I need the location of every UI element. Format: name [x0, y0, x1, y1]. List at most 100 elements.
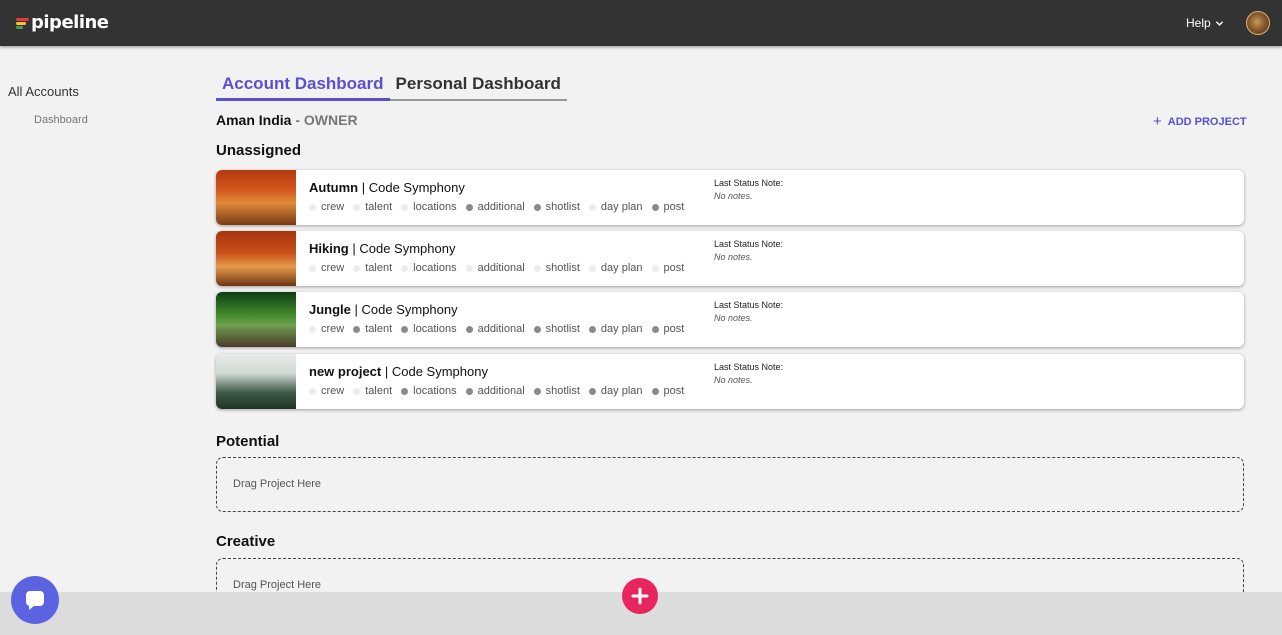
sidebar-item-all-accounts[interactable]: All Accounts: [8, 84, 79, 99]
stage-label: locations: [413, 385, 457, 397]
last-status-note-label: Last Status Note:: [714, 178, 784, 188]
plus-icon: +: [1153, 113, 1162, 130]
stage-day-plan: day plan: [588, 323, 643, 335]
stage-label: additional: [477, 385, 525, 397]
add-fab-button[interactable]: [622, 578, 658, 614]
stage-additional: additional: [465, 385, 525, 397]
project-client: Code Symphony: [368, 180, 465, 195]
status-dot-icon: [651, 203, 659, 211]
stage-label: day plan: [600, 262, 643, 274]
help-label: Help: [1186, 16, 1211, 30]
project-name: Jungle: [309, 302, 351, 317]
top-bar: pipeline Help: [0, 0, 1282, 46]
stage-label: post: [663, 385, 685, 397]
project-separator: |: [358, 180, 369, 195]
status-dot-icon: [353, 264, 361, 272]
stage-list: crew talent locations additional shotlist day…: [309, 201, 693, 213]
add-project-button[interactable]: + ADD PROJECT: [1153, 113, 1247, 130]
stage-day-plan: day plan: [588, 201, 643, 213]
status-dot-icon: [309, 203, 316, 211]
status-dot-icon: [588, 325, 596, 333]
dropzone-potential[interactable]: Drag Project Here: [216, 457, 1244, 512]
project-thumbnail: [216, 231, 296, 286]
stage-additional: additional: [465, 201, 525, 213]
status-dot-icon: [588, 203, 596, 211]
project-title: Hiking | Code Symphony: [309, 241, 455, 256]
stage-post: post: [651, 385, 685, 397]
sidebar-item-dashboard[interactable]: Dashboard: [34, 114, 88, 126]
stage-post: post: [651, 262, 685, 274]
project-title: Autumn | Code Symphony: [309, 180, 465, 195]
tab-personal-dashboard[interactable]: Personal Dashboard: [389, 74, 567, 101]
status-dot-icon: [353, 203, 361, 211]
project-title: new project | Code Symphony: [309, 364, 488, 379]
status-dot-icon: [401, 387, 409, 395]
stage-label: post: [663, 201, 685, 213]
status-dot-icon: [651, 264, 659, 272]
add-project-label: ADD PROJECT: [1167, 116, 1247, 128]
last-status-note-label: Last Status Note:: [714, 362, 784, 372]
project-card[interactable]: Autumn | Code Symphony crew talent location…: [216, 170, 1244, 225]
status-dot-icon: [533, 325, 541, 333]
status-dot-icon: [465, 264, 473, 272]
stage-post: post: [651, 201, 685, 213]
status-dot-icon: [533, 387, 541, 395]
stage-label: locations: [413, 262, 457, 274]
stage-shotlist: shotlist: [533, 323, 580, 335]
stage-label: shotlist: [545, 262, 580, 274]
stage-label: locations: [413, 201, 457, 213]
stage-label: talent: [365, 262, 393, 274]
dashboard-tabs: Account Dashboard Personal Dashboard: [216, 74, 567, 101]
account-name: Aman India: [216, 112, 292, 128]
status-dot-icon: [353, 387, 361, 395]
tab-account-dashboard[interactable]: Account Dashboard: [216, 74, 390, 101]
status-dot-icon: [588, 264, 596, 272]
status-dot-icon: [588, 387, 596, 395]
pipeline-logo[interactable]: pipeline: [16, 12, 109, 33]
help-menu[interactable]: Help: [1186, 16, 1224, 30]
status-dot-icon: [353, 325, 361, 333]
project-card[interactable]: new project | Code Symphony crew talent loc…: [216, 354, 1244, 409]
stage-label: talent: [365, 201, 393, 213]
stage-shotlist: shotlist: [533, 262, 580, 274]
stage-list: crew talent locations additional shotlist day…: [309, 262, 693, 274]
status-dot-icon: [401, 203, 409, 211]
dropzone-text: Drag Project Here: [233, 579, 322, 591]
status-dot-icon: [651, 325, 659, 333]
stage-talent: talent: [353, 201, 392, 213]
stage-talent: talent: [353, 323, 392, 335]
status-dot-icon: [401, 264, 409, 272]
stage-label: additional: [477, 323, 525, 335]
stage-day-plan: day plan: [588, 385, 643, 397]
project-card[interactable]: Jungle | Code Symphony crew talent location…: [216, 292, 1244, 347]
stage-crew: crew: [309, 323, 344, 335]
account-role: OWNER: [303, 112, 358, 128]
project-thumbnail: [216, 292, 296, 347]
stage-locations: locations: [401, 385, 457, 397]
stage-shotlist: shotlist: [533, 385, 580, 397]
status-dot-icon: [465, 325, 473, 333]
chat-widget-button[interactable]: [11, 576, 59, 624]
last-status-note: No notes.: [714, 252, 753, 262]
stage-label: crew: [321, 385, 345, 397]
plus-icon: [631, 587, 649, 605]
stage-talent: talent: [353, 262, 392, 274]
user-avatar[interactable]: [1246, 11, 1270, 35]
project-card[interactable]: Hiking | Code Symphony crew talent location…: [216, 231, 1244, 286]
section-title-potential: Potential: [216, 433, 280, 450]
stage-label: talent: [365, 323, 393, 335]
project-separator: |: [350, 302, 362, 317]
stage-label: talent: [365, 385, 393, 397]
stage-label: post: [663, 262, 685, 274]
dropzone-text: Drag Project Here: [233, 478, 322, 490]
stage-locations: locations: [401, 262, 457, 274]
project-separator: |: [381, 364, 392, 379]
last-status-note: No notes.: [714, 375, 753, 385]
last-status-note-label: Last Status Note:: [714, 300, 784, 310]
last-status-note: No notes.: [714, 313, 753, 323]
stage-label: day plan: [600, 201, 643, 213]
project-client: Code Symphony: [359, 241, 456, 256]
account-header: Aman India - OWNER: [216, 112, 358, 128]
chat-icon: [26, 591, 44, 610]
stage-crew: crew: [309, 201, 344, 213]
